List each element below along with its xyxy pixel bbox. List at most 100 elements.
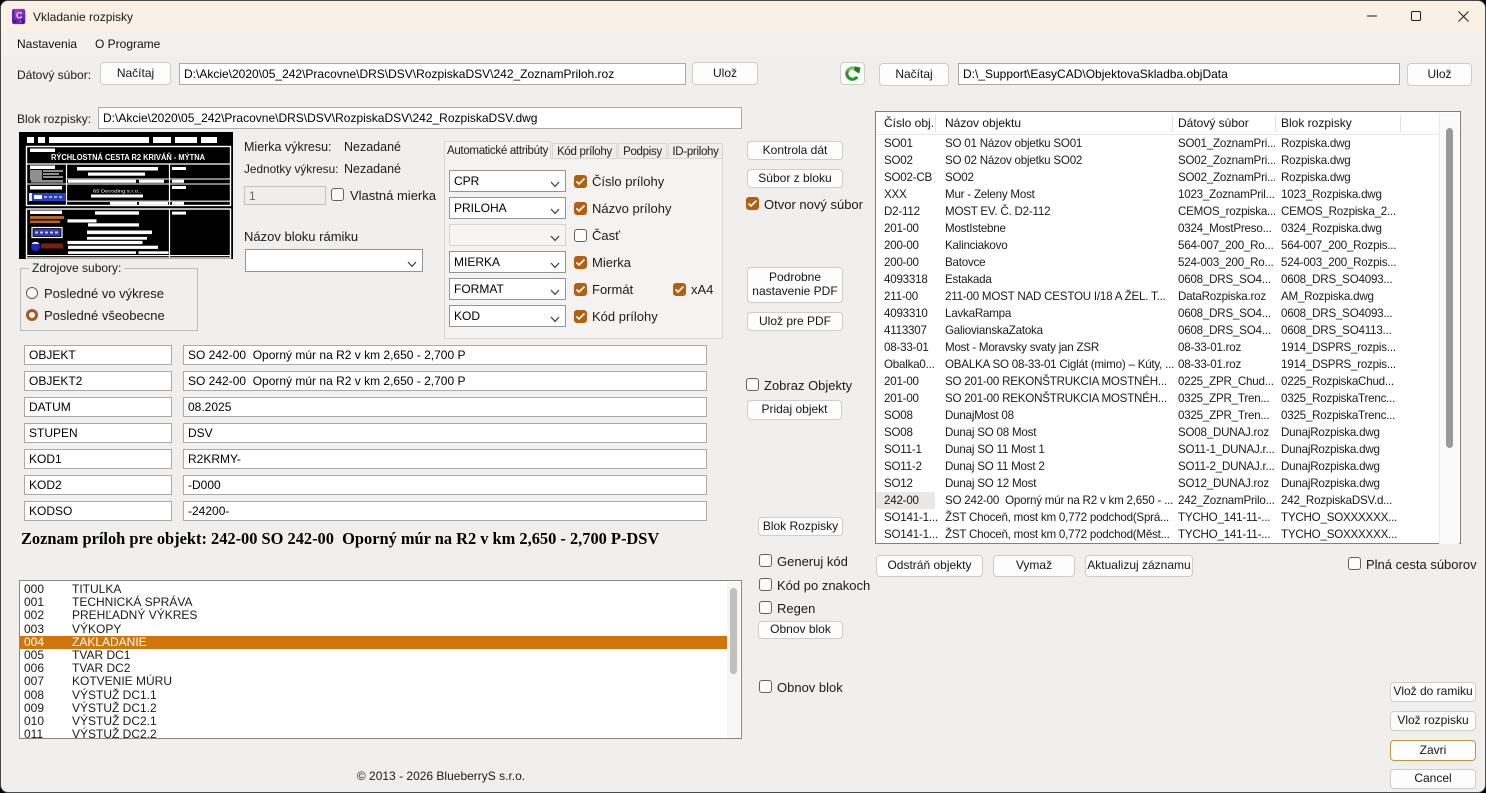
table-row[interactable]: 4093318 Estakada 0608_DRS_SO4... 0608_DR… [876,271,1438,288]
obnov-blok-checkbox[interactable] [759,680,772,693]
attr-combo[interactable]: PRILOHA [449,197,566,219]
zavri-button[interactable]: Zavri [1390,740,1476,761]
maximize-button[interactable] [1394,1,1438,31]
list-item[interactable]: 011 VÝSTUŽ DC2.2 [20,727,727,738]
attr-combo[interactable]: CPR [449,170,566,192]
tab-podpisy[interactable]: Podpisy [618,143,667,159]
attr-combo[interactable]: FORMAT [449,278,566,300]
attachments-listbox[interactable]: 000 TITULKA 001 TECHNICKÁ SPRÁVA 002 PRE… [19,580,742,739]
table-row[interactable]: 200-00 Batovce 524-003_200_Ro... 524-003… [876,254,1438,271]
field-name-input[interactable]: OBJEKT2 [24,371,172,391]
table-row[interactable]: 4113307 GaliovianskaZatoka 0608_DRS_SO4.… [876,322,1438,339]
kod-po-znakoch-checkbox[interactable] [759,578,772,591]
subor-z-bloku-button[interactable]: Súbor z bloku [747,169,843,188]
field-value-input[interactable]: -D000 [183,475,707,495]
vloz-do-ramiku-button[interactable]: Vlož do ramiku [1390,682,1476,702]
field-name-input[interactable]: STUPEN [24,423,172,443]
zobraz-objekty-checkbox[interactable] [746,378,759,391]
table-row[interactable]: XXX Mur - Zeleny Most 1023_ZoznamPril...… [876,186,1438,203]
field-name-input[interactable]: DATUM [24,397,172,417]
field-name-input[interactable]: KODSO [24,501,172,521]
load-objects-button[interactable]: Načítaj [879,63,949,86]
field-value-input[interactable]: DSV [183,423,707,443]
table-row[interactable]: SO01 SO 01 Názov objetku SO01 SO01_Zozna… [876,135,1438,152]
attr-checkbox[interactable] [574,229,587,242]
table-row[interactable]: 201-00 MostIstebne 0324_MostPreso... 032… [876,220,1438,237]
field-value-input[interactable]: 08.2025 [183,397,707,417]
table-row[interactable]: 08-33-01 Most - Moravsky svaty jan ZSR 0… [876,339,1438,356]
list-item[interactable]: 002 PREHĽADNÝ VÝKRES [20,609,727,622]
col-blok-rozpisky[interactable]: Blok rozpisky [1281,112,1352,135]
table-row[interactable]: SO141-1... ŽST Choceň, most km 0,772 pod… [876,526,1438,543]
attr-combo[interactable]: MIERKA [449,251,566,273]
table-row[interactable]: SO08 Dunaj SO 08 Most SO08_DUNAJ.roz Dun… [876,424,1438,441]
table-row[interactable]: 242-00 SO 242-00 Oporný múr na R2 v km 2… [876,492,1438,509]
table-scrollbar[interactable] [1439,113,1459,544]
xa4-checkbox[interactable] [673,283,686,296]
radio-posledne-vseobecne[interactable] [26,309,38,321]
field-value-input[interactable]: SO 242-00 Oporný múr na R2 v km 2,650 - … [183,371,707,391]
attr-checkbox[interactable] [574,310,587,323]
objects-path-input[interactable]: D:\_Support\EasyCAD\ObjektovaSkladba.obj… [958,63,1400,85]
load-data-file-button[interactable]: Načítaj [100,62,171,85]
attr-checkbox[interactable] [574,202,587,215]
menu-nastavenia[interactable]: Nastavenia [17,35,77,53]
objects-table[interactable]: Číslo obj. Názov objektu Dátový súbor Bl… [875,111,1461,544]
attr-checkbox[interactable] [574,175,587,188]
table-row[interactable]: SO141-1... ŽST Choceň, most km 0,772 pod… [876,509,1438,526]
menu-o-programe[interactable]: O Programe [95,35,160,53]
regen-checkbox[interactable] [759,601,772,614]
ramik-combo[interactable] [245,249,423,272]
list-item[interactable]: 004 ZAKLADANIE [20,635,727,649]
pridaj-objekt-button[interactable]: Pridaj objekt [747,400,842,420]
field-name-input[interactable]: OBJEKT [24,345,172,365]
podrobne-pdf-button[interactable]: Podrobne nastavenie PDF [747,267,843,303]
plna-cesta-checkbox[interactable] [1348,557,1361,570]
list-item[interactable]: 008 VÝSTUŽ DC1.1 [20,688,727,702]
attr-checkbox[interactable] [574,256,587,269]
list-item[interactable]: 003 VÝKOPY [20,622,727,636]
radio-posledne-vo-vykrese[interactable] [26,287,38,299]
table-row[interactable]: SO11-1 Dunaj SO 11 Most 1 SO11-1_DUNAJ.r… [876,441,1438,458]
table-row[interactable]: SO08 DunajMost 08 0325_ZPR_Tren... 0325_… [876,407,1438,424]
save-objects-button[interactable]: Ulož [1407,63,1472,86]
scrollbar-thumb[interactable] [730,588,737,674]
odstran-objekty-button[interactable]: Odstráň objekty [876,555,983,577]
table-row[interactable]: 4093310 LavkaRampa 0608_DRS_SO4... 0608_… [876,305,1438,322]
col-datovy-subor[interactable]: Dátový súbor [1178,112,1249,135]
table-row[interactable]: Obalka0... OBALKA SO 08-33-01 Ciglát (mi… [876,356,1438,373]
field-value-input[interactable]: SO 242-00 Oporný múr na R2 v km 2,650 - … [183,345,707,365]
list-item[interactable]: 007 KOTVENIE MÚRU [20,675,727,688]
table-row[interactable]: SO02-CB SO02 SO02_ZoznamPri... Rozpiska.… [876,169,1438,186]
table-row[interactable]: 211-00 211-00 MOST NAD CESTOU I/18 A ŽEL… [876,288,1438,305]
close-button[interactable] [1441,1,1485,31]
tab-id-prilohy[interactable]: ID-prilohy [668,143,723,159]
tab-automaticke-attributy[interactable]: Automatické attribúty [444,141,551,159]
table-row[interactable]: 200-00 Kalinciakovo 564-007_200_Ro... 56… [876,237,1438,254]
obnov-blok-button[interactable]: Obnov blok [758,621,843,639]
minimize-button[interactable] [1350,1,1394,31]
table-row[interactable]: SO11-2 Dunaj SO 11 Most 2 SO11-2_DUNAJ.r… [876,458,1438,475]
uloz-pre-pdf-button[interactable]: Ulož pre PDF [747,312,843,331]
attr-combo[interactable] [449,224,566,246]
vloz-rozpisku-button[interactable]: Vlož rozpisku [1390,711,1476,731]
kontrola-dat-button[interactable]: Kontrola dát [747,141,843,160]
blok-rozpisky-button[interactable]: Blok Rozpisky [758,517,843,536]
scale-value-input[interactable]: 1 [244,186,326,205]
generuj-kod-checkbox[interactable] [759,554,772,567]
field-name-input[interactable]: KOD2 [24,475,172,495]
block-file-path-input[interactable]: D:\Akcie\2020\05_242\Pracovne\DRS\DSV\Ro… [98,107,742,129]
cancel-button[interactable]: Cancel [1390,769,1476,789]
field-name-input[interactable]: KOD1 [24,449,172,469]
aktualizuj-zaznamu-button[interactable]: Aktualizuj záznamu [1085,555,1193,577]
tab-kod-prilohy[interactable]: Kód prílohy [552,143,617,159]
scrollbar-thumb[interactable] [1446,128,1453,448]
table-row[interactable]: D2-112 MOST EV. Č. D2-112 CEMOS_rozpiska… [876,203,1438,220]
field-value-input[interactable]: -24200- [183,501,707,521]
refresh-button[interactable] [840,62,865,85]
save-data-file-button[interactable]: Ulož [692,62,758,85]
list-item[interactable]: 009 VÝSTUŽ DC1.2 [20,701,727,715]
table-row[interactable]: 201-00 SO 201-00 REKONŠTRUKCIA MOSTNÉH..… [876,373,1438,390]
data-file-path-input[interactable]: D:\Akcie\2020\05_242\Pracovne\DRS\DSV\Ro… [179,63,686,85]
listbox-scrollbar[interactable] [727,582,740,738]
